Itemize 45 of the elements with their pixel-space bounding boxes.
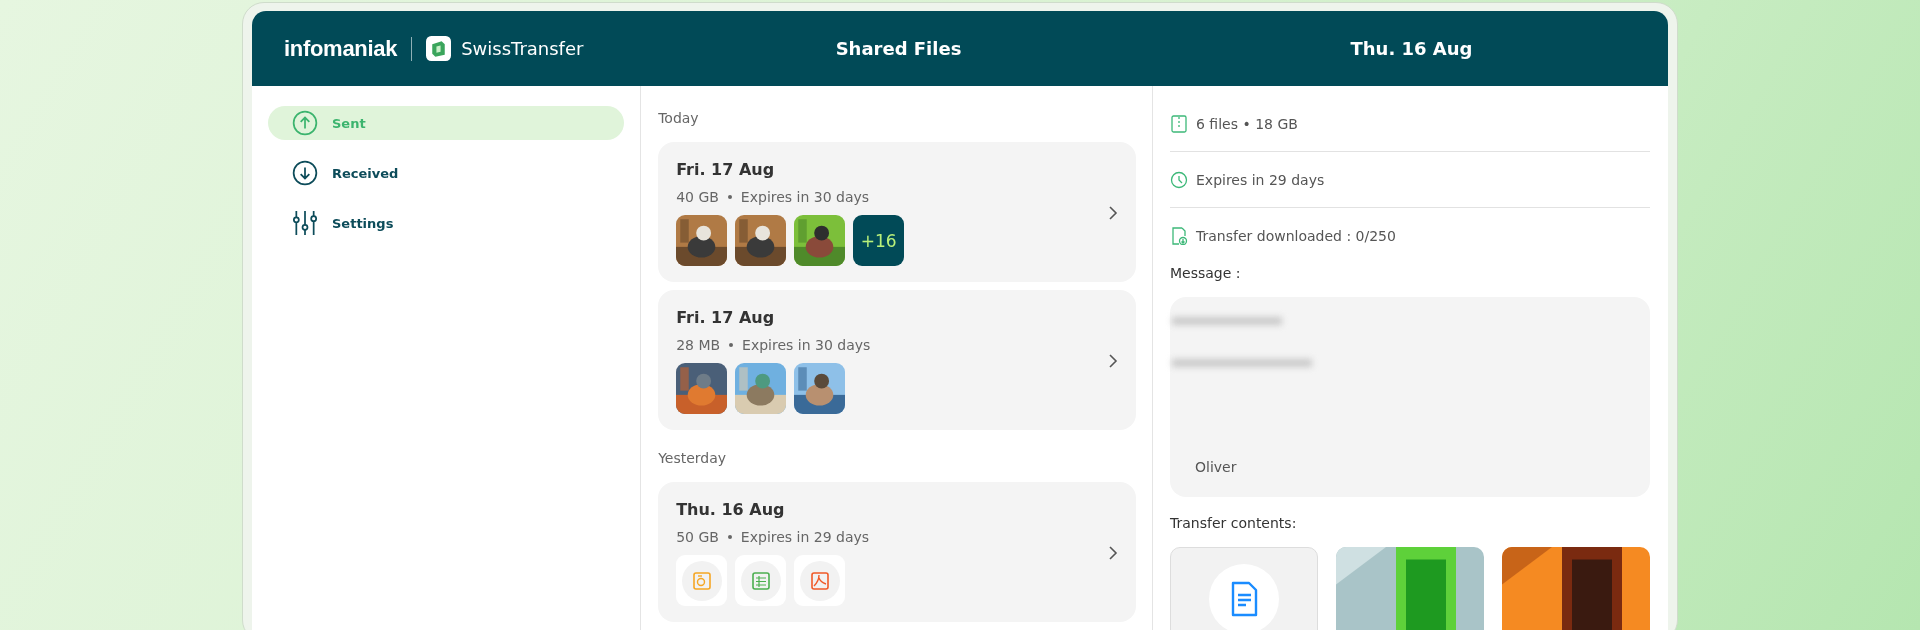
expiry-text: Expires in 29 days bbox=[740, 529, 870, 545]
spreadsheet-file-icon bbox=[740, 560, 781, 601]
nav-item[interactable]: Received bbox=[268, 156, 625, 190]
transfer-date: Thu. 16 Aug bbox=[676, 500, 786, 519]
transfer-card[interactable]: Fri. 17 Aug 28 MB Expires in 30 days bbox=[658, 290, 1136, 430]
transfer-card[interactable]: Thu. 16 Aug 50 GB Expires in 29 days bbox=[658, 482, 1136, 622]
page-title: Shared Files bbox=[835, 38, 962, 59]
group-heading: Yesterday bbox=[658, 450, 728, 466]
brand-logo: infomaniak bbox=[284, 35, 398, 62]
transfer-size: 28 MB bbox=[676, 337, 721, 353]
more-count: +16 bbox=[853, 215, 905, 266]
arrow-down-icon bbox=[292, 160, 318, 186]
chevron-right-icon bbox=[1108, 545, 1118, 561]
transfer-card[interactable]: Fri. 17 Aug 40 GB Expires in 30 days +16 bbox=[658, 142, 1136, 282]
bullet-icon bbox=[729, 343, 734, 347]
zip-file-icon bbox=[1170, 114, 1188, 133]
bullet-icon bbox=[727, 535, 732, 539]
contents-label: Transfer contents: bbox=[1170, 515, 1298, 531]
archive-file-icon bbox=[681, 560, 722, 601]
chevron-right-icon bbox=[1108, 205, 1118, 221]
file-download-icon bbox=[1170, 226, 1188, 245]
transfer-date: Fri. 17 Aug bbox=[676, 160, 776, 179]
arrow-up-icon bbox=[292, 110, 318, 136]
sliders-icon bbox=[292, 210, 318, 236]
app-name: SwissTransfer bbox=[461, 38, 584, 59]
file-tile[interactable] bbox=[1170, 547, 1318, 630]
nav-item[interactable]: Settings bbox=[268, 206, 625, 240]
expiry-info: Expires in 29 days bbox=[1196, 171, 1325, 188]
expiry-text: Expires in 30 days bbox=[742, 337, 871, 353]
document-icon bbox=[1209, 564, 1279, 630]
transfer-date: Fri. 17 Aug bbox=[676, 308, 776, 327]
message-label: Message : bbox=[1170, 265, 1242, 281]
date-title: Thu. 16 Aug bbox=[1350, 38, 1473, 59]
files-summary: 6 files • 18 GB bbox=[1196, 115, 1298, 132]
group-heading: Today bbox=[658, 110, 700, 126]
clock-icon bbox=[1170, 170, 1188, 189]
transfer-size: 40 GB bbox=[676, 189, 719, 205]
message-signature: Oliver bbox=[1195, 459, 1237, 475]
bullet-icon bbox=[727, 195, 732, 199]
expiry-text: Expires in 30 days bbox=[740, 189, 870, 205]
pdf-file-icon bbox=[799, 560, 840, 601]
download-count: Transfer downloaded : 0/250 bbox=[1196, 227, 1396, 244]
transfer-size: 50 GB bbox=[676, 529, 719, 545]
app-logo-icon bbox=[426, 36, 452, 61]
chevron-right-icon bbox=[1108, 353, 1118, 369]
